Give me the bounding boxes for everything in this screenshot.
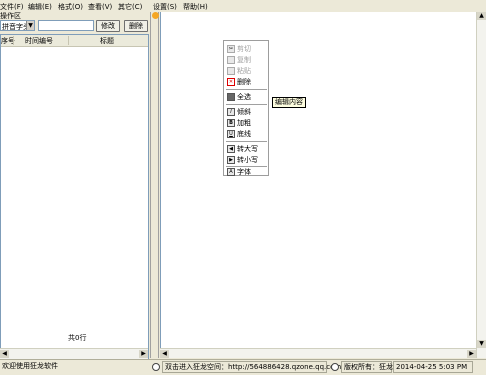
menu-item-label: 剪切 (237, 45, 251, 53)
menu-other[interactable]: 其它(C) (118, 2, 142, 12)
menu-item-paste[interactable]: 粘贴 (226, 66, 268, 76)
status-datetime: 2014-04-25 5:03 PM (393, 361, 473, 373)
menu-separator (226, 89, 267, 90)
font-icon: A (227, 168, 235, 176)
menu-item-bold[interactable]: B 加粗 (226, 118, 268, 128)
menu-item-delete[interactable]: ✕ 删除 (226, 77, 268, 87)
menu-item-uppercase[interactable]: ◀ 转大写 (226, 144, 268, 154)
scroll-down-icon[interactable]: ▼ (477, 340, 486, 348)
column-divider[interactable] (13, 36, 14, 45)
status-bar: 欢迎使用狂龙软件 双击进入狂龙空间：http://564886428.qzone… (0, 359, 486, 375)
editor-content-area[interactable] (160, 12, 486, 358)
copy-icon (227, 56, 235, 64)
scroll-up-icon[interactable]: ▲ (477, 12, 486, 20)
column-divider[interactable] (68, 36, 69, 45)
scroll-left-icon[interactable]: ◀ (160, 350, 169, 358)
menu-settings[interactable]: 设置(S) (153, 2, 177, 12)
menu-edit[interactable]: 编辑(E) (28, 2, 52, 12)
right-vertical-scrollbar[interactable]: ▲ ▼ (476, 12, 486, 358)
menu-item-cut[interactable]: ✂ 剪切 (226, 44, 268, 54)
menu-item-label: 加粗 (237, 119, 251, 127)
record-list[interactable]: 序号 时间编号 标题 (0, 34, 149, 359)
chevron-down-icon[interactable]: ▼ (26, 21, 34, 30)
menu-item-label: 删除 (237, 78, 251, 86)
bold-icon: B (227, 119, 235, 127)
menu-format[interactable]: 格式(O) (58, 2, 83, 12)
column-header-title[interactable]: 标题 (100, 36, 114, 46)
category-select[interactable]: 拼音字头 ▼ (0, 20, 35, 31)
menu-item-label: 复制 (237, 56, 251, 64)
menu-item-lowercase[interactable]: ▶ 转小写 (226, 155, 268, 165)
lowercase-icon: ▶ (227, 156, 235, 164)
copyright-icon (331, 363, 339, 371)
cut-icon: ✂ (227, 45, 235, 53)
menu-item-label: 转小写 (237, 156, 258, 164)
status-copyright: 版权所有：狂龙 (341, 361, 393, 373)
right-horizontal-scrollbar[interactable]: ◀ ▶ (160, 348, 476, 358)
menu-item-label: 粘贴 (237, 67, 251, 75)
row-count: 共0行 (68, 334, 87, 342)
scroll-right-icon[interactable]: ▶ (467, 350, 476, 358)
panel-splitter[interactable] (150, 12, 159, 358)
scroll-right-icon[interactable]: ▶ (139, 350, 148, 358)
menu-item-underline[interactable]: U 底线 (226, 129, 268, 139)
modify-button[interactable]: 修改 (96, 20, 120, 32)
context-menu: ✂ 剪切 复制 粘贴 ✕ 删除 全选 I 倾斜 B 加粗 U 底线 ◀ 转大写 … (223, 40, 269, 176)
app-window: 文件(F) 编辑(E) 格式(O) 查看(V) 其它(C) 设置(S) 帮助(H… (0, 0, 486, 375)
menu-separator (226, 104, 267, 105)
left-horizontal-scrollbar[interactable]: ◀ ▶ (0, 348, 148, 359)
paste-icon (227, 67, 235, 75)
list-header: 序号 时间编号 标题 (1, 35, 148, 47)
menu-item-copy[interactable]: 复制 (226, 55, 268, 65)
select-all-icon (227, 93, 235, 101)
scroll-left-icon[interactable]: ◀ (0, 350, 9, 358)
menu-item-label: 全选 (237, 93, 251, 101)
menu-view[interactable]: 查看(V) (88, 2, 112, 12)
menu-item-label: 转大写 (237, 145, 258, 153)
menu-item-label: 倾斜 (237, 108, 251, 116)
collapse-panel-icon[interactable] (152, 12, 159, 19)
menu-item-label: 字体 (237, 168, 251, 176)
underline-icon: U (227, 130, 235, 138)
menu-item-italic[interactable]: I 倾斜 (226, 107, 268, 117)
italic-icon: I (227, 108, 235, 116)
menu-bar: 文件(F) 编辑(E) 格式(O) 查看(V) 其它(C) 设置(S) 帮助(H… (0, 0, 486, 12)
menu-separator (226, 141, 267, 142)
delete-button[interactable]: 删除 (124, 20, 148, 32)
menu-item-font[interactable]: A 字体 (226, 167, 268, 177)
column-header-time-id[interactable]: 时间编号 (25, 36, 53, 46)
menu-item-label: 底线 (237, 130, 251, 138)
globe-icon (152, 363, 160, 371)
uppercase-icon: ◀ (227, 145, 235, 153)
menu-item-select-all[interactable]: 全选 (226, 92, 268, 102)
status-space-link[interactable]: 双击进入狂龙空间：http://564886428.qzone.qq.com (162, 361, 341, 373)
search-input[interactable] (38, 20, 94, 31)
menu-help[interactable]: 帮助(H) (183, 2, 208, 12)
status-welcome: 欢迎使用狂龙软件 (2, 362, 58, 370)
tooltip: 编辑内容 (272, 97, 306, 108)
delete-icon: ✕ (227, 78, 235, 86)
